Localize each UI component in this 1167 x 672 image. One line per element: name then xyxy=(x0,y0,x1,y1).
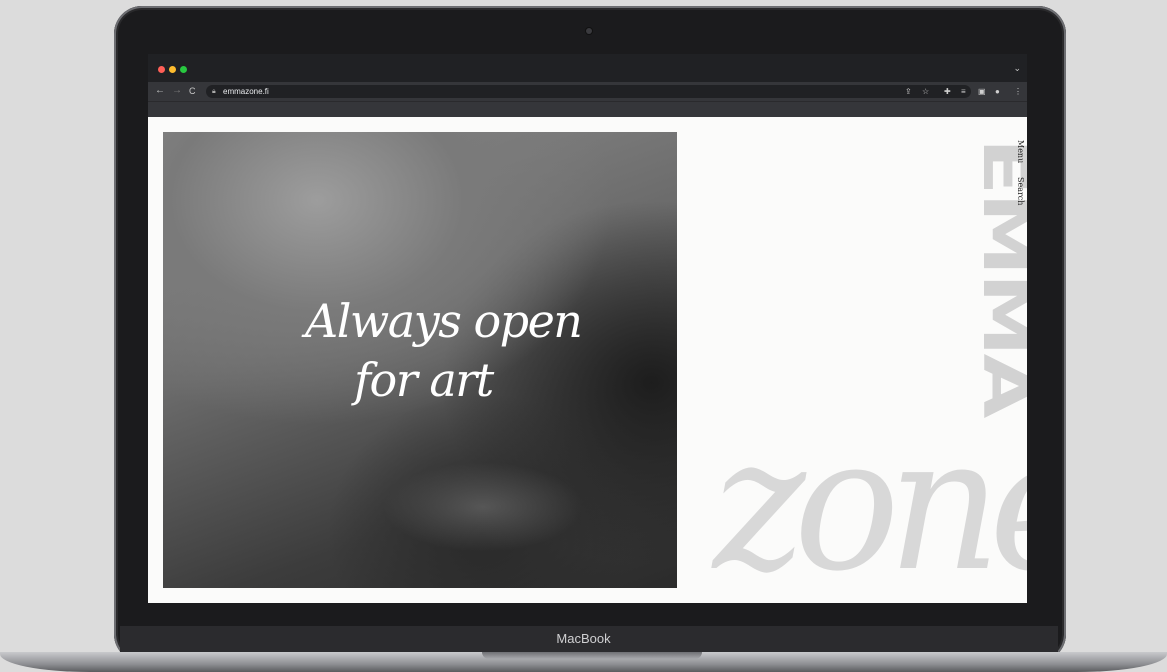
device-brand-label: MacBook xyxy=(556,631,611,646)
reading-list-icon[interactable]: ≡ xyxy=(961,85,966,98)
share-icon[interactable]: ⇪ xyxy=(905,85,912,98)
logo-zone[interactable]: zone xyxy=(713,412,1027,598)
extensions-icon[interactable]: ✚ xyxy=(944,85,951,98)
screen: ⌄ ← → C 🔒︎ emmazone.fi ⇪ ☆ ✚ ≡ ▣ ● ⋮ Alw… xyxy=(148,54,1027,603)
camera-icon xyxy=(586,28,592,34)
more-icon[interactable]: ⋮ xyxy=(1014,85,1022,98)
browser-toolbar: ← → C 🔒︎ emmazone.fi ⇪ ☆ ✚ ≡ ▣ ● ⋮ xyxy=(148,82,1027,101)
address-bar[interactable]: 🔒︎ emmazone.fi xyxy=(206,85,971,98)
forward-button[interactable]: → xyxy=(172,84,182,98)
sidebar-icon[interactable]: ▣ xyxy=(978,85,986,98)
laptop-hinge-notch xyxy=(482,652,702,659)
toolbar-lower-strip xyxy=(148,101,1027,118)
search-link[interactable]: Search xyxy=(1016,177,1025,205)
profile-icon[interactable]: ● xyxy=(995,85,1000,98)
menu-link[interactable]: Menu xyxy=(1016,140,1025,163)
maximize-window-button[interactable] xyxy=(180,66,187,73)
close-window-button[interactable] xyxy=(158,66,165,73)
hero-image[interactable]: Always open for art xyxy=(163,132,677,588)
minimize-window-button[interactable] xyxy=(169,66,176,73)
hero-tagline-line2: for art xyxy=(354,353,494,407)
tab-search-chevron-icon[interactable]: ⌄ xyxy=(1013,63,1021,74)
back-button[interactable]: ← xyxy=(155,84,165,98)
reload-button[interactable]: C xyxy=(189,84,196,98)
lock-icon[interactable]: 🔒︎ xyxy=(212,86,216,97)
hero-tagline-line1: Always open xyxy=(305,294,583,348)
url-text[interactable]: emmazone.fi xyxy=(223,85,269,98)
star-icon[interactable]: ☆ xyxy=(922,85,929,98)
web-page: Always open for art zone EMMA Menu Searc… xyxy=(148,117,1027,603)
browser-tab-strip: ⌄ xyxy=(148,54,1027,82)
hero-glow xyxy=(383,462,583,552)
